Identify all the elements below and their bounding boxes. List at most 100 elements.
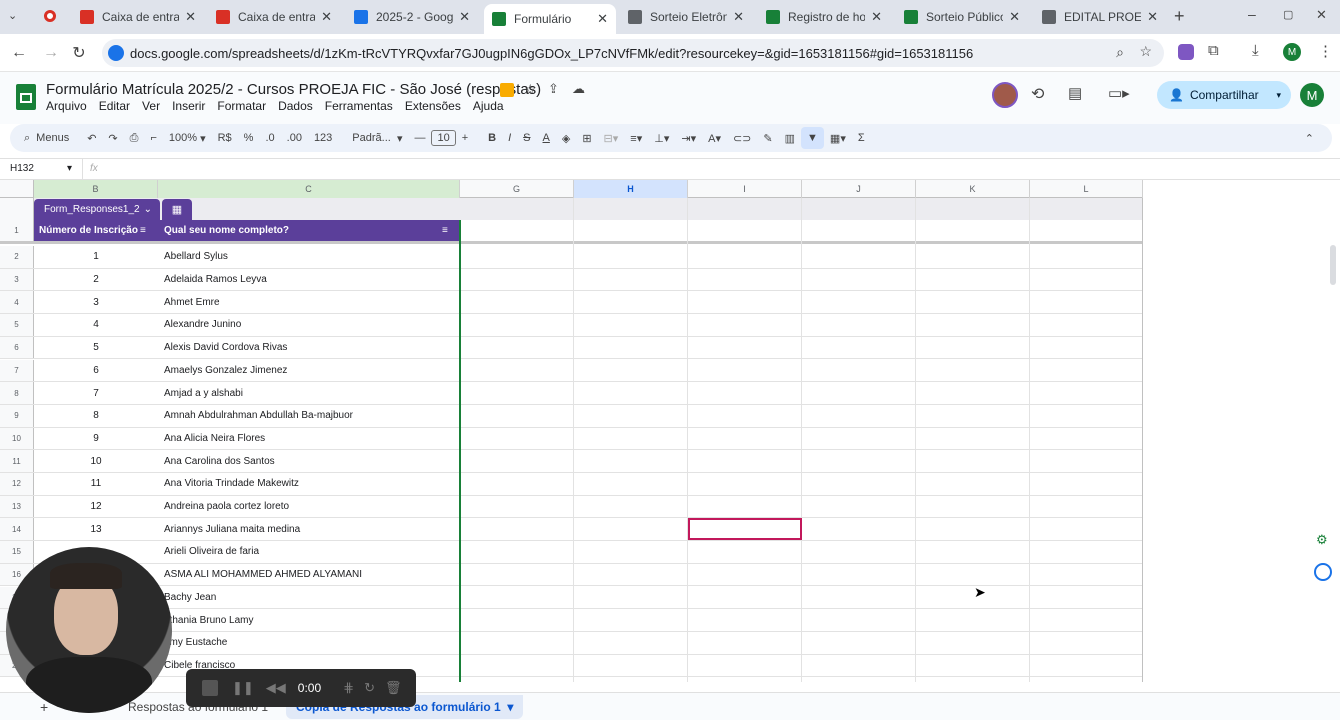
cell-numero-inscricao[interactable]: 10 xyxy=(34,456,158,467)
font-size-input[interactable]: 10 xyxy=(431,124,456,152)
cell-nome-completo[interactable]: Ana Carolina dos Santos xyxy=(164,456,454,467)
cell-nome-completo[interactable]: Adelaida Ramos Leyva xyxy=(164,274,454,285)
comments-icon[interactable]: ▤ xyxy=(1068,84,1082,102)
column-filter-icon[interactable]: ≡ xyxy=(140,225,146,236)
row-number[interactable]: 2 xyxy=(0,246,34,268)
percent-format-button[interactable]: % xyxy=(238,124,260,152)
bookmark-star-icon[interactable]: ☆ xyxy=(1139,43,1152,60)
forward-button[interactable]: → xyxy=(40,42,62,64)
table-menu-dropdown-icon[interactable]: ⌄ xyxy=(144,204,152,215)
menu-item[interactable]: Extensões xyxy=(405,99,461,113)
search-icon[interactable]: ⌕ xyxy=(1116,44,1124,61)
column-filter-icon[interactable]: ≡ xyxy=(442,225,448,236)
vertical-align-icon[interactable]: ⊥▾ xyxy=(648,124,675,152)
strikethrough-button[interactable]: S xyxy=(517,124,536,152)
paint-format-icon[interactable]: ⌐ xyxy=(144,124,162,152)
close-tab-icon[interactable]: ✕ xyxy=(871,9,882,25)
increase-decimal-button[interactable]: .00 xyxy=(281,124,308,152)
close-tab-icon[interactable]: ✕ xyxy=(733,9,744,25)
cell-nome-completo[interactable]: amy Eustache xyxy=(164,637,454,648)
select-all-corner[interactable] xyxy=(0,180,34,198)
browser-tab[interactable]: Sorteio Eletrônic ✕ xyxy=(620,4,752,30)
cell-numero-inscricao[interactable]: 8 xyxy=(34,410,158,421)
print-icon[interactable]: ⎙ xyxy=(124,124,145,152)
italic-button[interactable]: I xyxy=(502,124,517,152)
download-icon[interactable]: ⤓ xyxy=(1252,42,1259,59)
column-header-l[interactable]: L xyxy=(1030,180,1143,198)
insert-link-icon[interactable]: ⊂⊃ xyxy=(727,124,757,152)
cell-nome-completo[interactable]: Amaelys Gonzalez Jimenez xyxy=(164,365,454,376)
sheets-logo-icon[interactable] xyxy=(16,84,36,110)
column-header-k[interactable]: K xyxy=(916,180,1030,198)
cell-numero-inscricao[interactable]: 2 xyxy=(34,274,158,285)
menu-item[interactable]: Formatar xyxy=(217,99,266,113)
row-number[interactable]: 8 xyxy=(0,382,34,404)
cell-numero-inscricao[interactable]: 6 xyxy=(34,365,158,376)
column-header-g[interactable]: G xyxy=(460,180,574,198)
cell-numero-inscricao[interactable]: 12 xyxy=(34,501,158,512)
cell-numero-inscricao[interactable]: 11 xyxy=(34,478,158,489)
cell-nome-completo[interactable]: Abellard Sylus xyxy=(164,251,454,262)
menu-item[interactable]: Ferramentas xyxy=(325,99,393,113)
menu-item[interactable]: Arquivo xyxy=(46,99,87,113)
text-rotation-icon[interactable]: A▾ xyxy=(702,124,727,152)
row-number[interactable]: 10 xyxy=(0,427,34,450)
cell-nome-completo[interactable]: Ahmet Emre xyxy=(164,297,454,308)
grid-icon[interactable]: ⋕ xyxy=(343,680,354,696)
row-number[interactable]: 15 xyxy=(0,541,34,563)
address-bar[interactable]: docs.google.com/spreadsheets/d/1zKm-tRcV… xyxy=(102,39,1164,67)
collapse-toolbar-icon[interactable]: ⌃ xyxy=(1299,124,1332,152)
browser-tab[interactable]: Caixa de entrad ✕ xyxy=(208,4,340,30)
collaborator-avatar[interactable] xyxy=(992,82,1018,108)
meet-video-icon[interactable]: ▭▸ xyxy=(1108,84,1130,102)
column-header-j[interactable]: J xyxy=(802,180,916,198)
header-nome-completo[interactable]: Qual seu nome completo? xyxy=(164,225,289,236)
row-number[interactable]: 13 xyxy=(0,495,34,518)
row-number[interactable]: 3 xyxy=(0,268,34,291)
row-number[interactable]: 5 xyxy=(0,314,34,336)
cell-nome-completo[interactable]: Alexandre Junino xyxy=(164,319,454,330)
header-numero-inscricao[interactable]: Número de Inscrição xyxy=(39,225,138,236)
decrease-decimal-button[interactable]: .0 xyxy=(259,124,280,152)
cell-nome-completo[interactable]: Alexis David Cordova Rivas xyxy=(164,342,454,353)
profile-avatar[interactable]: M xyxy=(1283,43,1301,61)
close-tab-icon[interactable]: ✕ xyxy=(459,9,470,25)
close-tab-icon[interactable]: ✕ xyxy=(185,9,196,25)
cell-nome-completo[interactable]: Ana Vitoria Trindade Makewitz xyxy=(164,478,454,489)
pause-icon[interactable]: ❚❚ xyxy=(232,680,254,696)
share-dropdown-icon[interactable]: ▾ xyxy=(1276,90,1281,101)
gemini-assistant-icon[interactable] xyxy=(1314,563,1332,581)
row-number[interactable]: 6 xyxy=(0,336,34,359)
cell-nome-completo[interactable]: Ana Alicia Neira Flores xyxy=(164,433,454,444)
column-header-i[interactable]: I xyxy=(688,180,802,198)
font-select[interactable]: Padrã... ▾ xyxy=(346,124,408,152)
new-tab-button[interactable]: + xyxy=(1174,6,1185,27)
redo-button[interactable]: ↷ xyxy=(102,124,123,152)
extension-icon[interactable] xyxy=(1178,44,1194,60)
browser-tab[interactable]: Sorteio Público ✕ xyxy=(896,4,1028,30)
font-size-decrease-button[interactable]: — xyxy=(408,124,431,152)
row-number[interactable]: 14 xyxy=(0,518,34,541)
row-number[interactable]: 7 xyxy=(0,359,34,382)
tab-list-dropdown-icon[interactable]: ⌄ xyxy=(8,9,17,22)
close-tab-icon[interactable]: ✕ xyxy=(1009,9,1020,25)
cell-nome-completo[interactable]: Andreina paola cortez loreto xyxy=(164,501,454,512)
restart-icon[interactable]: ↻ xyxy=(364,680,375,696)
browser-tab[interactable]: EDITAL PROEJA ✕ xyxy=(1034,4,1166,30)
fill-color-icon[interactable]: ◈ xyxy=(556,124,576,152)
cell-numero-inscricao[interactable]: 13 xyxy=(34,524,158,535)
horizontal-align-icon[interactable]: ≡▾ xyxy=(624,124,648,152)
row-number[interactable]: 12 xyxy=(0,473,34,495)
browser-tab[interactable]: Registro de hora ✕ xyxy=(758,4,890,30)
menu-item[interactable]: Inserir xyxy=(172,99,205,113)
row-number[interactable]: 1 xyxy=(0,220,34,241)
browser-tab[interactable]: Formulário ✕ xyxy=(484,4,616,34)
vertical-scrollbar[interactable] xyxy=(1330,245,1336,285)
site-info-icon[interactable] xyxy=(108,45,124,61)
browser-tab[interactable]: 2025-2 - Google ✕ xyxy=(346,4,478,30)
cell-nome-completo[interactable]: Amjad a y alshabi xyxy=(164,388,454,399)
insert-chart-icon[interactable]: ▥ xyxy=(779,124,801,152)
text-color-button[interactable]: A xyxy=(537,124,556,152)
insert-comment-icon[interactable]: ✎ xyxy=(757,124,778,152)
version-history-icon[interactable]: ⟲ xyxy=(1031,84,1044,104)
